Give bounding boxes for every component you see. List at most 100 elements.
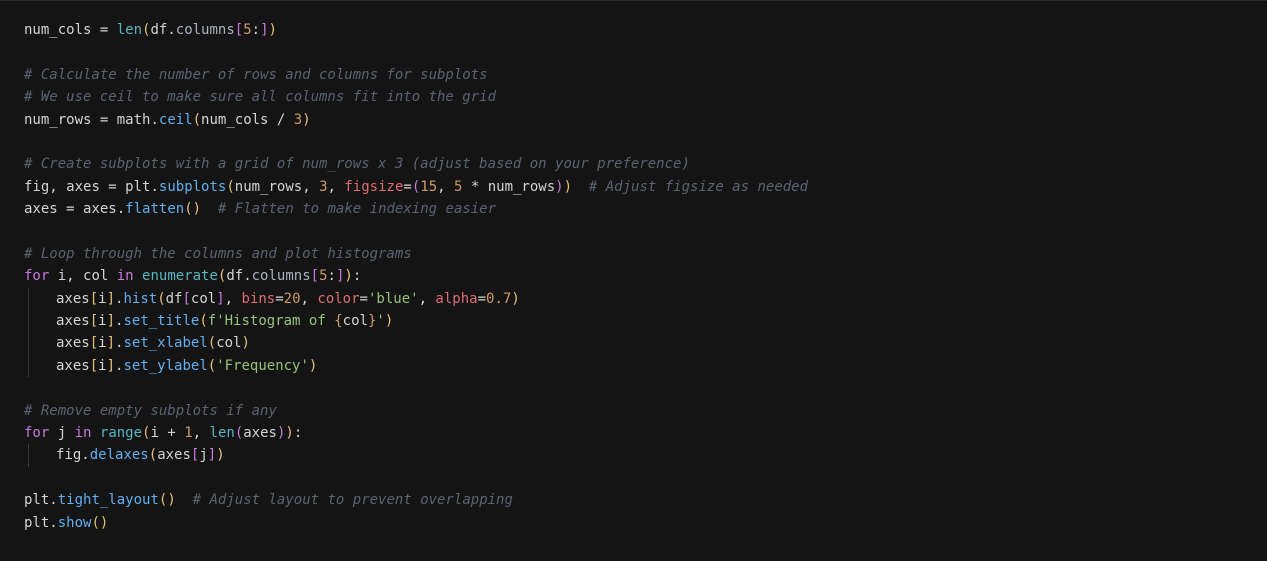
method: set_xlabel [123, 335, 207, 351]
variable: num_rows [24, 112, 91, 128]
code-line[interactable]: plt.tight_layout() # Adjust layout to pr… [24, 489, 1243, 511]
module: plt [24, 492, 49, 508]
variable: axes [56, 291, 90, 307]
empty-line[interactable] [24, 131, 1243, 153]
variable: num_rows [235, 179, 302, 195]
paren: ( [193, 112, 201, 128]
variable: axes [24, 201, 58, 217]
kwarg: figsize [344, 179, 403, 195]
variable: i [150, 425, 158, 441]
space [91, 425, 99, 441]
code-line[interactable]: fig.delaxes(axes[j]) [24, 444, 1243, 466]
number: 5 [319, 268, 327, 284]
bracket: [ [90, 358, 98, 374]
builtin-func: len [210, 425, 235, 441]
string: 'blue' [368, 291, 419, 307]
code-line[interactable]: # Loop through the columns and plot hist… [24, 243, 1243, 265]
comment: # Adjust layout to prevent overlapping [176, 492, 513, 508]
method: flatten [125, 201, 184, 217]
bracket: ] [208, 447, 216, 463]
module: plt [125, 179, 150, 195]
code-line[interactable]: # Remove empty subplots if any [24, 400, 1243, 422]
colon: : [353, 268, 361, 284]
dot: . [81, 447, 89, 463]
paren: ( [184, 201, 192, 217]
code-line[interactable]: # We use ceil to make sure all columns f… [24, 86, 1243, 108]
paren: ) [242, 335, 250, 351]
comment: # Loop through the columns and plot hist… [24, 246, 412, 262]
number: 20 [284, 291, 301, 307]
variable: col [343, 313, 368, 329]
variable: axes [243, 425, 277, 441]
dot: . [150, 179, 158, 195]
paren: ) [564, 179, 572, 195]
number: 0.7 [486, 291, 511, 307]
bracket: [ [182, 291, 190, 307]
code-line[interactable]: for j in range(i + 1, len(axes)): [24, 422, 1243, 444]
paren: ( [235, 425, 243, 441]
kwarg: color [317, 291, 359, 307]
dot: . [150, 112, 158, 128]
bracket: [ [90, 291, 98, 307]
variable: i [98, 313, 106, 329]
comment: # Remove empty subplots if any [24, 403, 277, 419]
dot: . [49, 492, 57, 508]
variable: axes [56, 335, 90, 351]
empty-line[interactable] [24, 221, 1243, 243]
bracket: [ [90, 313, 98, 329]
indent-guide: axes[i].hist(df[col], bins=20, color='bl… [28, 288, 520, 310]
module: plt [24, 515, 49, 531]
keyword: in [75, 425, 92, 441]
code-line[interactable]: num_cols = len(df.columns[5:]) [24, 19, 1243, 41]
colon: : [252, 22, 260, 38]
paren: ) [216, 447, 224, 463]
variable: i [49, 268, 66, 284]
code-line[interactable]: # Create subplots with a grid of num_row… [24, 153, 1243, 175]
empty-line[interactable] [24, 41, 1243, 63]
paren: ( [199, 313, 207, 329]
code-editor[interactable]: num_cols = len(df.columns[5:]) # Calcula… [0, 0, 1267, 561]
code-line[interactable]: axes[i].set_ylabel('Frequency') [24, 355, 1243, 377]
attribute: columns [176, 22, 235, 38]
number: 3 [294, 112, 302, 128]
operator: = [403, 179, 411, 195]
paren: ) [269, 22, 277, 38]
paren: ) [385, 313, 393, 329]
bracket: ] [107, 335, 115, 351]
attribute: columns [252, 268, 311, 284]
variable: fig [24, 179, 49, 195]
variable: df [166, 291, 183, 307]
code-line[interactable]: axes[i].set_title(f'Histogram of {col}') [24, 310, 1243, 332]
number: 15 [420, 179, 437, 195]
paren: ) [193, 201, 201, 217]
paren: ) [309, 358, 317, 374]
empty-line[interactable] [24, 467, 1243, 489]
number: 1 [184, 425, 192, 441]
code-line[interactable]: axes[i].set_xlabel(col) [24, 332, 1243, 354]
bracket: ] [107, 313, 115, 329]
comma: , [49, 179, 66, 195]
comma: , [328, 179, 345, 195]
code-line[interactable]: num_rows = math.ceil(num_cols / 3) [24, 109, 1243, 131]
operator: = [91, 112, 116, 128]
paren: ( [412, 179, 420, 195]
code-line[interactable]: plt.show() [24, 512, 1243, 534]
variable: j [49, 425, 74, 441]
empty-line[interactable] [24, 377, 1243, 399]
code-line[interactable]: # Calculate the number of rows and colum… [24, 64, 1243, 86]
operator: / [268, 112, 293, 128]
string: 'Frequency' [216, 358, 309, 374]
variable: i [98, 335, 106, 351]
variable: df [150, 22, 167, 38]
code-line[interactable]: fig, axes = plt.subplots(num_rows, 3, fi… [24, 176, 1243, 198]
code-line[interactable]: for i, col in enumerate(df.columns[5:]): [24, 265, 1243, 287]
code-line[interactable]: axes = axes.flatten() # Flatten to make … [24, 198, 1243, 220]
bracket: [ [235, 22, 243, 38]
comment: # Calculate the number of rows and colum… [24, 67, 488, 83]
operator: = [275, 291, 283, 307]
method: show [58, 515, 92, 531]
variable: df [226, 268, 243, 284]
fstring-brace: { [334, 313, 342, 329]
code-line[interactable]: axes[i].hist(df[col], bins=20, color='bl… [24, 288, 1243, 310]
operator: = [100, 179, 125, 195]
